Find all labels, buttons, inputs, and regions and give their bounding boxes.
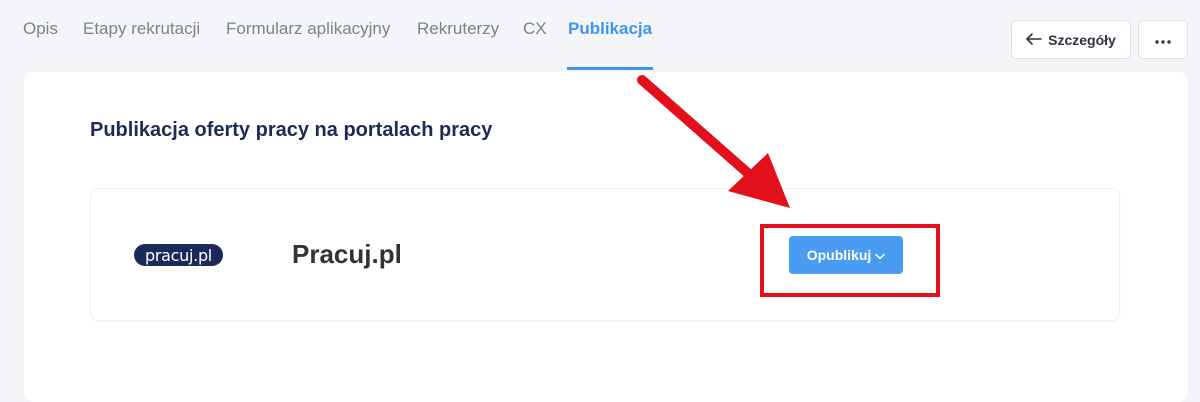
tab-rekruterzy[interactable]: Rekruterzy xyxy=(417,19,499,39)
tab-etapy-rekrutacji[interactable]: Etapy rekrutacji xyxy=(83,19,200,39)
arrow-left-icon xyxy=(1026,32,1042,48)
tab-formularz-aplikacyjny[interactable]: Formularz aplikacyjny xyxy=(226,19,390,39)
annotation-highlight-box xyxy=(760,224,940,297)
portal-name: Pracuj.pl xyxy=(292,239,402,269)
section-title: Publikacja oferty pracy na portalach pra… xyxy=(90,119,493,141)
details-button-label: Szczegóły xyxy=(1048,31,1116,48)
details-button[interactable]: Szczegóły xyxy=(1011,20,1131,59)
tab-cx[interactable]: CX xyxy=(523,19,547,39)
more-options-button[interactable] xyxy=(1138,20,1188,59)
portal-row xyxy=(90,188,1120,321)
pracuj-logo: pracuj.pl xyxy=(134,244,223,266)
more-dots-icon xyxy=(1155,31,1171,49)
tab-opis[interactable]: Opis xyxy=(23,19,58,39)
tab-publikacja[interactable]: Publikacja xyxy=(568,19,652,39)
annotation-arrow-icon xyxy=(637,75,790,208)
